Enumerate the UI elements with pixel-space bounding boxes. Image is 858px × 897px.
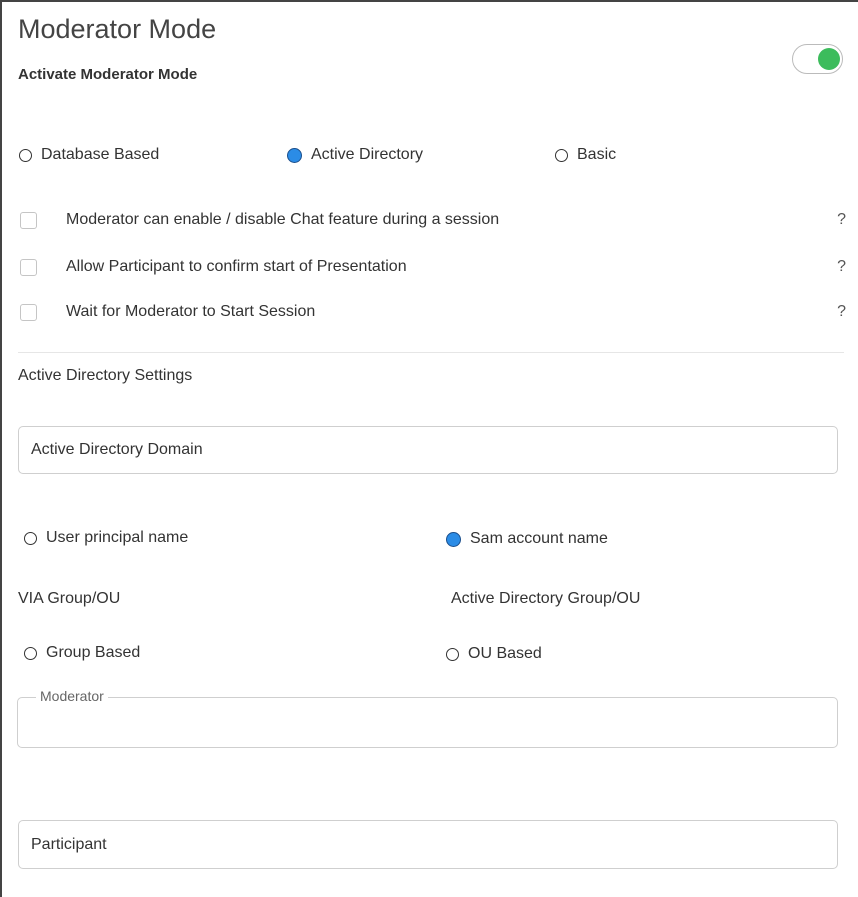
radio-ou-based[interactable]: OU Based (446, 645, 542, 663)
radio-active-directory[interactable]: Active Directory (287, 146, 423, 164)
toggle-knob (818, 48, 840, 70)
help-icon[interactable]: ? (837, 258, 846, 276)
chat-feature-checkbox[interactable] (20, 211, 37, 229)
participant-input[interactable]: Participant (18, 820, 838, 869)
radio-label: Basic (577, 146, 617, 163)
help-icon[interactable]: ? (837, 303, 846, 321)
option-label: Wait for Moderator to Start Session (66, 303, 316, 320)
radio-circle-icon (24, 646, 37, 660)
radio-circle-icon (24, 531, 37, 545)
option-label: Allow Participant to confirm start of Pr… (66, 258, 407, 275)
radio-circle-icon (555, 148, 568, 162)
radio-selected-icon (287, 147, 302, 163)
radio-label: User principal name (46, 529, 189, 546)
radio-label: Active Directory (311, 146, 424, 163)
radio-label: OU Based (468, 645, 542, 662)
radio-label: Group Based (46, 644, 141, 661)
radio-group-based[interactable]: Group Based (24, 644, 140, 662)
wait-moderator-checkbox[interactable] (20, 303, 37, 321)
radio-circle-icon (446, 647, 459, 661)
option-chat-toggle: Moderator can enable / disable Chat feat… (20, 211, 848, 229)
ad-group-ou-label: Active Directory Group/OU (451, 590, 641, 607)
radio-database-based[interactable]: Database Based (19, 146, 159, 164)
page-title: Moderator Mode (18, 14, 217, 44)
moderator-legend: Moderator (36, 688, 108, 704)
ad-domain-input[interactable]: Active Directory Domain (18, 426, 838, 474)
confirm-presentation-checkbox[interactable] (20, 258, 37, 276)
radio-label: Sam account name (470, 530, 608, 547)
ad-domain-placeholder: Active Directory Domain (31, 441, 203, 458)
radio-selected-icon (446, 531, 461, 547)
section-divider (18, 352, 844, 353)
radio-circle-icon (19, 148, 32, 162)
help-icon[interactable]: ? (837, 211, 846, 229)
radio-label: Database Based (41, 146, 160, 163)
radio-basic[interactable]: Basic (555, 146, 616, 164)
participant-placeholder: Participant (31, 835, 107, 853)
ad-settings-title: Active Directory Settings (18, 367, 193, 384)
radio-user-principal-name[interactable]: User principal name (24, 529, 188, 547)
radio-sam-account-name[interactable]: Sam account name (446, 530, 608, 548)
option-confirm-presentation: Allow Participant to confirm start of Pr… (20, 258, 848, 276)
moderator-mode-toggle[interactable] (792, 44, 843, 74)
option-label: Moderator can enable / disable Chat feat… (66, 211, 500, 228)
activate-moderator-label: Activate Moderator Mode (18, 66, 198, 83)
option-wait-moderator: Wait for Moderator to Start Session ? (20, 303, 848, 321)
via-group-ou-label: VIA Group/OU (18, 590, 121, 607)
moderator-input[interactable] (17, 697, 838, 748)
